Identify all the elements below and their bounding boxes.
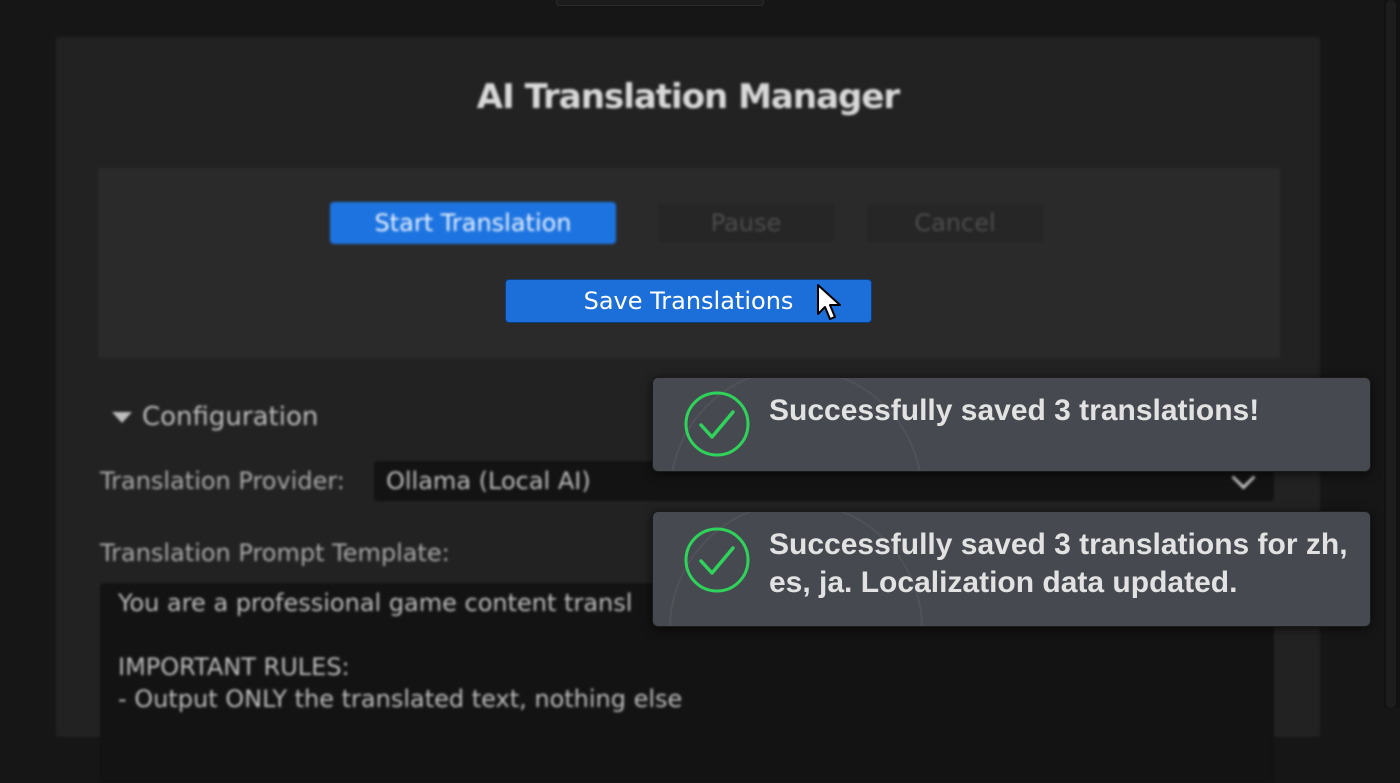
notification-toast[interactable]: Successfully saved 3 translations! (652, 377, 1371, 472)
window-title: AI Translation Manager (476, 77, 900, 117)
mouse-cursor-icon (817, 284, 841, 320)
prompt-line: IMPORTANT RULES: (118, 653, 350, 681)
provider-value: Ollama (Local AI) (386, 467, 591, 495)
notification-message: Successfully saved 3 translations for zh… (769, 528, 1348, 599)
notification-toast[interactable]: Successfully saved 3 translations for zh… (652, 511, 1371, 627)
top-tab (556, 0, 764, 6)
prompt-template-label: Translation Prompt Template: (100, 539, 450, 567)
scrollbar-thumb[interactable] (1386, 0, 1396, 708)
cancel-button[interactable]: Cancel (865, 202, 1045, 244)
provider-label: Translation Provider: (100, 467, 345, 495)
notification-message: Successfully saved 3 translations! (769, 394, 1260, 427)
check-circle-icon (684, 527, 750, 593)
prompt-line: - Output ONLY the translated text, nothi… (118, 685, 683, 713)
check-circle-icon (684, 391, 750, 457)
start-translation-button[interactable]: Start Translation (330, 202, 616, 244)
caret-down-icon (112, 411, 132, 423)
actions-panel: Start Translation Pause Cancel (98, 168, 1280, 358)
configuration-label: Configuration (142, 402, 319, 432)
configuration-section-header[interactable]: Configuration (112, 402, 318, 432)
pause-button[interactable]: Pause (656, 202, 836, 244)
